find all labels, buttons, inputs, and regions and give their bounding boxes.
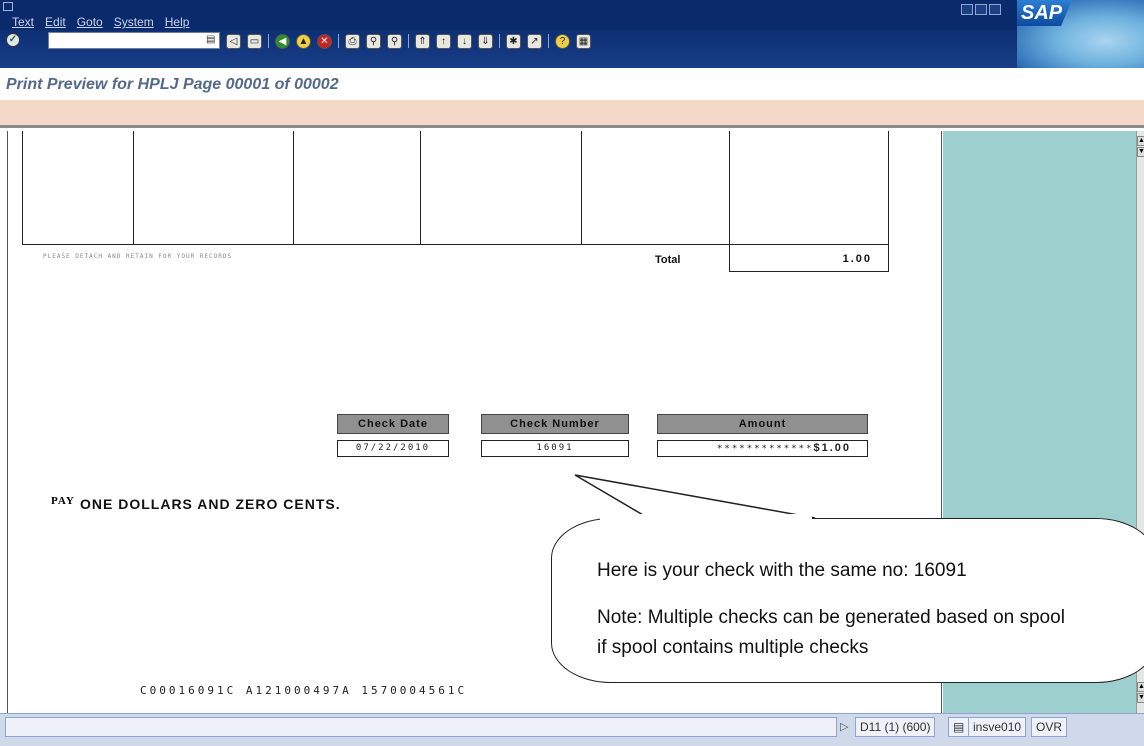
menu-system[interactable]: System	[114, 15, 154, 29]
micr-line: C00016091C A121000497A 1570004561C	[140, 684, 468, 697]
sap-logo-text: SAP	[1017, 0, 1072, 26]
print-icon[interactable]: ⎙	[345, 33, 360, 49]
page-down-icon[interactable]: ▲	[1137, 682, 1144, 692]
pay-label: PAY	[51, 495, 75, 507]
callout-joint	[600, 514, 812, 522]
shortcut-icon[interactable]: ↗	[527, 33, 542, 49]
toolbar-separator	[499, 34, 500, 48]
layout-menu-icon[interactable]: ▦	[576, 33, 591, 49]
page-title: Print Preview for HPLJ Page 00001 of 000…	[6, 76, 339, 93]
annotation-callout: Here is your check with the same no: 160…	[551, 518, 1144, 683]
next-page-icon[interactable]: ↓	[457, 33, 472, 49]
maximize-icon[interactable]	[975, 4, 987, 15]
menu-edit[interactable]: Edit	[45, 15, 66, 29]
exit-icon[interactable]: ▲	[296, 33, 311, 49]
callout-line-2: Note: Multiple checks can be generated b…	[597, 607, 1065, 658]
table-divider	[133, 131, 134, 245]
status-toggle-icon[interactable]: ▷	[840, 720, 848, 733]
first-page-icon[interactable]: ⇑	[415, 33, 430, 49]
cancel-icon[interactable]: ✕	[317, 33, 332, 49]
scroll-up-icon[interactable]: ▲	[1137, 136, 1144, 146]
toolbar-separator	[548, 34, 549, 48]
system-menu-icon[interactable]	[3, 2, 13, 11]
status-bar: ▷ D11 (1) (600) ▤ insve010 OVR	[0, 713, 1144, 746]
scroll-down-icon[interactable]: ▼	[1137, 693, 1144, 703]
menu-bar: Text Edit Goto System Help	[0, 0, 1144, 30]
check-date-header: Check Date	[337, 414, 449, 434]
session-list-icon[interactable]: ▤	[948, 717, 970, 737]
amount-value: *************$1.00	[657, 440, 868, 457]
detach-note: PLEASE DETACH AND RETAIN FOR YOUR RECORD…	[43, 253, 233, 260]
server-field: insve010	[968, 717, 1027, 737]
total-value: 1.00	[842, 253, 872, 265]
help-icon[interactable]: ?	[555, 33, 570, 49]
amount-figure: $1.00	[813, 442, 851, 454]
enter-icon[interactable]: ✓	[6, 33, 20, 47]
last-page-icon[interactable]: ⇓	[478, 33, 493, 49]
command-field[interactable]	[48, 32, 220, 49]
pay-amount-words: ONE DOLLARS AND ZERO CENTS.	[80, 496, 341, 512]
find-next-icon[interactable]: ⚲	[387, 33, 402, 49]
minimize-icon[interactable]	[961, 4, 973, 15]
close-icon[interactable]	[989, 4, 1001, 15]
standard-toolbar: ✓ ▤ ◁ ▭ ◀ ▲ ✕ ⎙ ⚲ ⚲ ⇑ ↑ ↓ ⇓ ✱ ↗ ? ▦	[0, 30, 1017, 68]
toolbar-separator	[338, 34, 339, 48]
sap-logo: SAP	[1017, 0, 1144, 68]
window-controls	[961, 4, 1001, 15]
application-toolbar	[0, 100, 1144, 128]
command-history-icon[interactable]: ▤	[206, 34, 217, 46]
table-divider	[729, 131, 730, 245]
find-icon[interactable]: ⚲	[366, 33, 381, 49]
check-number-header: Check Number	[481, 414, 629, 434]
create-session-icon[interactable]: ✱	[506, 33, 521, 49]
toolbar-icons: ◁ ▭ ◀ ▲ ✕ ⎙ ⚲ ⚲ ⇑ ↑ ↓ ⇓ ✱ ↗ ? ▦	[226, 32, 591, 50]
amount-header: Amount	[657, 414, 868, 434]
toolbar-separator	[408, 34, 409, 48]
table-divider	[581, 131, 582, 245]
previous-page-icon[interactable]: ↑	[436, 33, 451, 49]
total-label: Total	[655, 254, 681, 266]
menu-help[interactable]: Help	[165, 15, 190, 29]
page-up-icon[interactable]: ▼	[1137, 147, 1144, 157]
table-divider	[420, 131, 421, 245]
save-icon[interactable]: ▭	[247, 33, 262, 49]
menu-goto[interactable]: Goto	[77, 15, 103, 29]
menu-list: Text Edit Goto System Help	[12, 15, 189, 29]
remittance-table	[22, 131, 889, 245]
toolbar-separator	[268, 34, 269, 48]
title-bar: Print Preview for HPLJ Page 00001 of 000…	[0, 68, 1144, 100]
amount-stars: *************	[717, 444, 814, 454]
back-icon[interactable]: ◀	[275, 33, 290, 49]
back-arrow-icon[interactable]: ◁	[226, 33, 241, 49]
check-date-value: 07/22/2010	[337, 440, 449, 457]
menu-text[interactable]: Text	[12, 15, 34, 29]
check-number-value: 16091	[481, 440, 629, 457]
insert-mode-field[interactable]: OVR	[1031, 717, 1068, 737]
system-info-field: D11 (1) (600)	[855, 717, 936, 737]
callout-line-1: Here is your check with the same no: 160…	[597, 560, 967, 581]
table-divider	[293, 131, 294, 245]
total-box: 1.00	[729, 245, 889, 272]
status-message-field	[5, 717, 837, 737]
